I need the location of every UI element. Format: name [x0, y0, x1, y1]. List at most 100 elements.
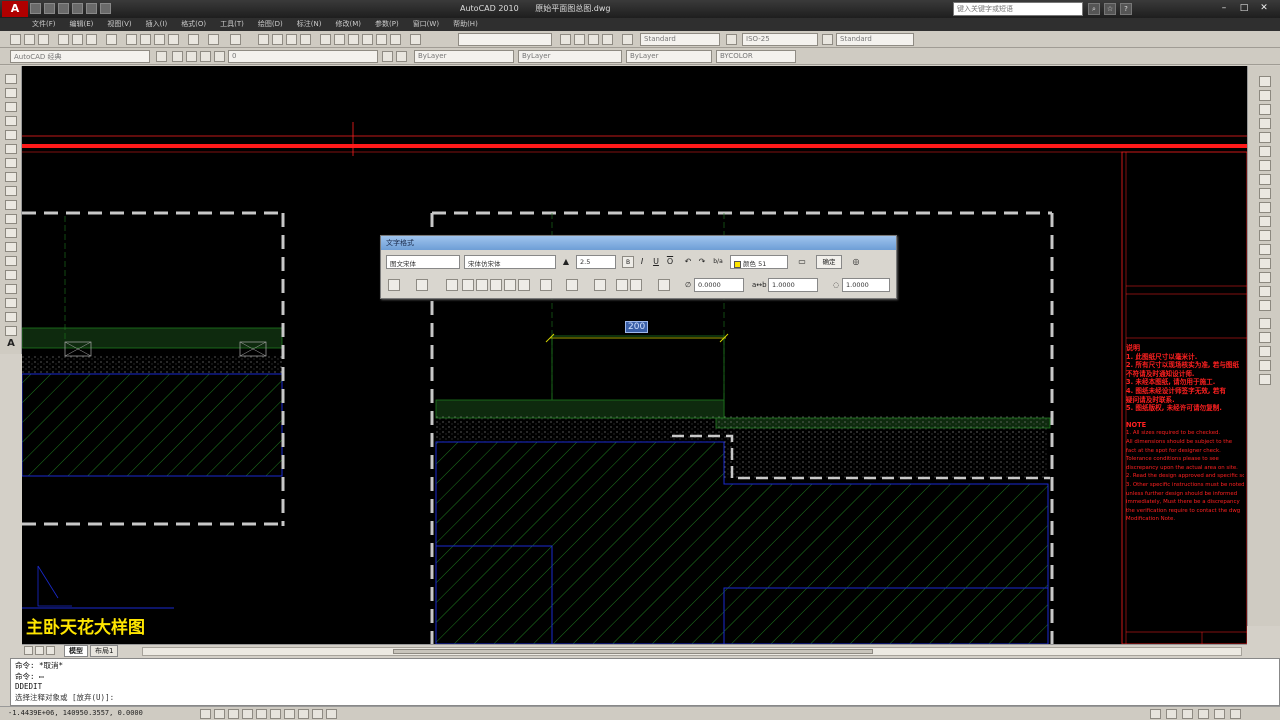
qp-toggle[interactable] — [326, 709, 337, 719]
redo-icon[interactable] — [230, 34, 241, 45]
sheet-set-icon[interactable] — [362, 34, 373, 45]
undo-button[interactable]: ↶ — [682, 256, 694, 268]
prev-tab-icon[interactable] — [35, 646, 44, 655]
quickcalc-icon[interactable] — [390, 34, 401, 45]
annotative-icon[interactable]: ▲ — [560, 256, 572, 268]
tracking-input[interactable]: 1.0000 — [768, 278, 818, 292]
plotstyle-dropdown[interactable]: BYCOLOR — [716, 50, 796, 63]
dimension-linear-icon[interactable] — [1259, 318, 1271, 329]
dimension-aligned-icon[interactable] — [1259, 332, 1271, 343]
leader-icon[interactable] — [1259, 374, 1271, 385]
drawing-canvas[interactable]: 200 主卧天花大样图 说明 1. 此图纸尺寸以毫米计. 2. 所有尺寸以现场核… — [22, 66, 1247, 644]
otrack-toggle[interactable] — [270, 709, 281, 719]
mtext-edit-field[interactable]: 200 — [625, 321, 649, 333]
maximize-icon[interactable]: □ — [1234, 1, 1254, 16]
dimension-radius-icon[interactable] — [1259, 346, 1271, 357]
redo-button[interactable]: ↷ — [696, 256, 708, 268]
new-file-icon[interactable] — [30, 3, 41, 14]
help-icon[interactable]: ? — [1120, 3, 1132, 15]
offset-icon[interactable] — [1259, 118, 1271, 129]
ortho-toggle[interactable] — [228, 709, 239, 719]
trim-icon[interactable] — [1259, 202, 1271, 213]
horizontal-scrollbar[interactable] — [142, 647, 1242, 656]
close-icon[interactable]: ✕ — [1254, 1, 1274, 16]
zoom-window-icon[interactable] — [286, 34, 297, 45]
tab-model[interactable]: 模型 — [64, 645, 88, 657]
search-icon[interactable]: ⌕ — [1088, 3, 1100, 15]
block-editor-icon[interactable] — [188, 34, 199, 45]
point-icon[interactable] — [5, 256, 17, 266]
menu-edit[interactable]: 编辑(E) — [70, 18, 94, 31]
overline-button[interactable]: O — [664, 256, 676, 268]
multiline-text-icon[interactable] — [5, 326, 17, 336]
circle-icon[interactable] — [5, 158, 17, 168]
command-window[interactable]: 命令: *取消* 命令: ▭ DDEDIT 选择注释对象或 [放弃(U)]: — [10, 658, 1280, 706]
plot-icon[interactable] — [100, 3, 111, 14]
move-icon[interactable] — [1259, 146, 1271, 157]
copy-icon[interactable] — [140, 34, 151, 45]
text-style-dropdown[interactable]: Standard — [640, 33, 720, 46]
options-button[interactable]: ◎ — [850, 256, 862, 268]
osnap-toggle[interactable] — [256, 709, 267, 719]
dimension-angular-icon[interactable] — [1259, 360, 1271, 371]
width-factor-input[interactable]: 1.0000 — [842, 278, 890, 292]
annotation-scale-icon[interactable] — [1150, 709, 1161, 719]
layer-properties-icon[interactable] — [172, 51, 183, 62]
polar-toggle[interactable] — [242, 709, 253, 719]
menu-view[interactable]: 视图(V) — [107, 18, 131, 31]
numbering-icon[interactable] — [566, 279, 578, 291]
gradient-icon[interactable] — [5, 284, 17, 294]
spline-icon[interactable] — [5, 186, 17, 196]
menu-window[interactable]: 窗口(W) — [413, 18, 439, 31]
layer-previous-icon[interactable] — [396, 51, 407, 62]
region-icon[interactable] — [5, 298, 17, 308]
layer-dropdown[interactable]: 0 — [228, 50, 378, 63]
polyline-icon[interactable] — [5, 102, 17, 112]
status-menu-icon[interactable] — [1214, 709, 1225, 719]
table-style-icon[interactable] — [822, 34, 833, 45]
chamfer-icon[interactable] — [1259, 272, 1271, 283]
menu-file[interactable]: 文件(F) — [32, 18, 56, 31]
tool-palettes-icon[interactable] — [348, 34, 359, 45]
next-tab-icon[interactable] — [46, 646, 55, 655]
menu-dimension[interactable]: 标注(N) — [297, 18, 322, 31]
zoom-previous-icon[interactable] — [300, 34, 311, 45]
rectangle-icon[interactable] — [5, 130, 17, 140]
workspace-switch-icon[interactable] — [1166, 709, 1177, 719]
oblique-angle-input[interactable]: 0.0000 — [694, 278, 744, 292]
insert-block-icon[interactable] — [5, 228, 17, 238]
open-file-icon[interactable] — [44, 3, 55, 14]
dyn-toggle[interactable] — [298, 709, 309, 719]
hatch-icon[interactable] — [5, 270, 17, 280]
plot-icon[interactable] — [58, 34, 69, 45]
markup-icon[interactable] — [376, 34, 387, 45]
cut-icon[interactable] — [126, 34, 137, 45]
preview-icon[interactable] — [72, 34, 83, 45]
design-center-icon[interactable] — [334, 34, 345, 45]
line-icon[interactable] — [5, 74, 17, 84]
make-current-layer-icon[interactable] — [382, 51, 393, 62]
menu-draw[interactable]: 绘图(D) — [258, 18, 283, 31]
qnew-icon[interactable] — [10, 34, 21, 45]
text-icon[interactable]: A — [5, 338, 17, 350]
zoom-realtime-icon[interactable] — [272, 34, 283, 45]
lineweight-dropdown[interactable]: ByLayer — [626, 50, 712, 63]
workspace-dropdown[interactable]: AutoCAD 经典 — [10, 50, 150, 63]
uppercase-icon[interactable] — [616, 279, 628, 291]
undo-icon[interactable] — [208, 34, 219, 45]
table-style-dropdown[interactable]: Standard — [836, 33, 914, 46]
erase-icon[interactable] — [1259, 76, 1271, 87]
font-select[interactable]: 宋体仿宋体 — [464, 255, 556, 269]
ducs-toggle[interactable] — [284, 709, 295, 719]
bold-button[interactable]: B — [622, 256, 634, 268]
text-style-select[interactable]: 图文宋体 — [386, 255, 460, 269]
snap-toggle[interactable] — [200, 709, 211, 719]
break-at-point-icon[interactable] — [1259, 230, 1271, 241]
polygon-icon[interactable] — [5, 116, 17, 126]
menu-modify[interactable]: 修改(M) — [335, 18, 361, 31]
communication-icon[interactable]: ☆ — [1104, 3, 1116, 15]
text-formatting-title[interactable]: 文字格式 — [381, 236, 896, 250]
stack-button[interactable]: b/a — [712, 256, 724, 268]
text-height-select[interactable]: 2.5 — [576, 255, 616, 269]
3d-dwf-icon[interactable] — [106, 34, 117, 45]
